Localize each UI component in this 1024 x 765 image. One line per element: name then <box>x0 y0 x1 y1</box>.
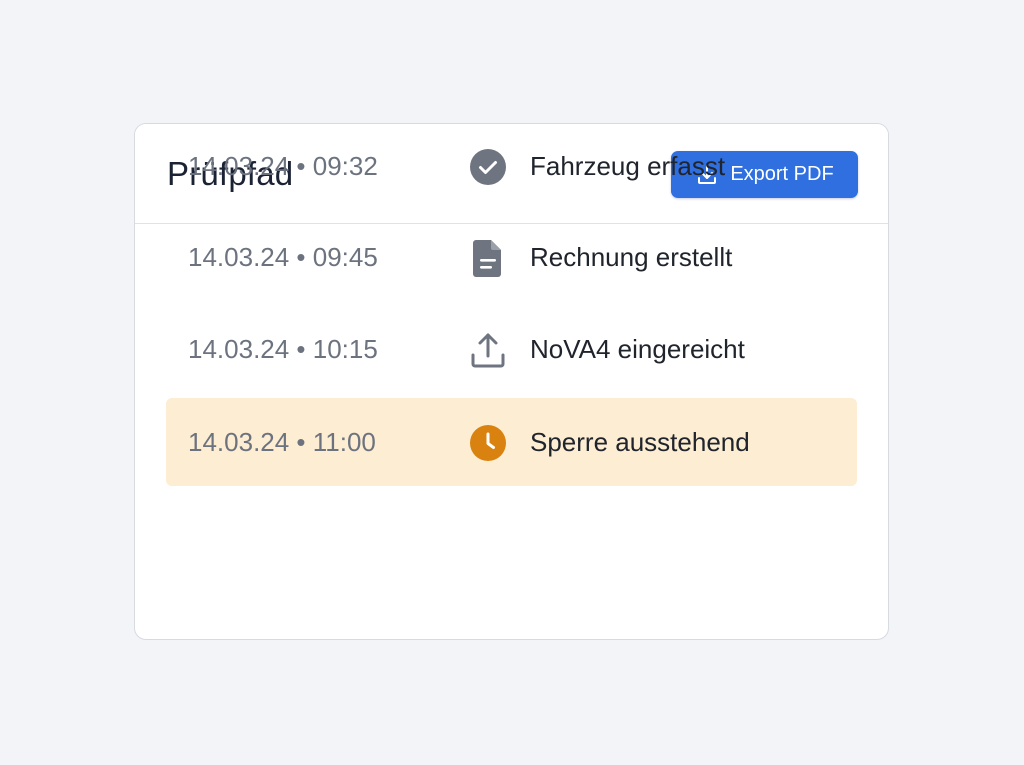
entry-label: Sperre ausstehend <box>530 427 750 457</box>
entry-timestamp: 14.03.24 • 10:15 <box>188 334 378 364</box>
list-item: 14.03.24 • 09:45 Rechnung erstellt <box>166 213 857 301</box>
upload-icon <box>468 330 508 370</box>
entry-label: Fahrzeug erfasst <box>530 151 726 181</box>
entry-label: Rechnung erstellt <box>530 242 733 272</box>
entry-label: NoVA4 eingereicht <box>530 334 745 364</box>
entry-timestamp: 14.03.24 • 11:00 <box>188 427 376 457</box>
list-item: 14.03.24 • 09:32 Fahrzeug erfasst <box>166 122 857 210</box>
document-icon <box>468 238 508 278</box>
entry-timestamp: 14.03.24 • 09:45 <box>188 242 378 272</box>
check-circle-icon <box>468 147 508 187</box>
list-item: 14.03.24 • 10:15 NoVA4 eingereicht <box>166 305 857 393</box>
list-item-pending: 14.03.24 • 11:00 Sperre ausstehend <box>166 398 857 486</box>
clock-icon <box>468 423 508 463</box>
audit-list: 14.03.24 • 09:32 Fahrzeug erfasst 14.03.… <box>134 0 889 765</box>
entry-timestamp: 14.03.24 • 09:32 <box>188 151 378 181</box>
